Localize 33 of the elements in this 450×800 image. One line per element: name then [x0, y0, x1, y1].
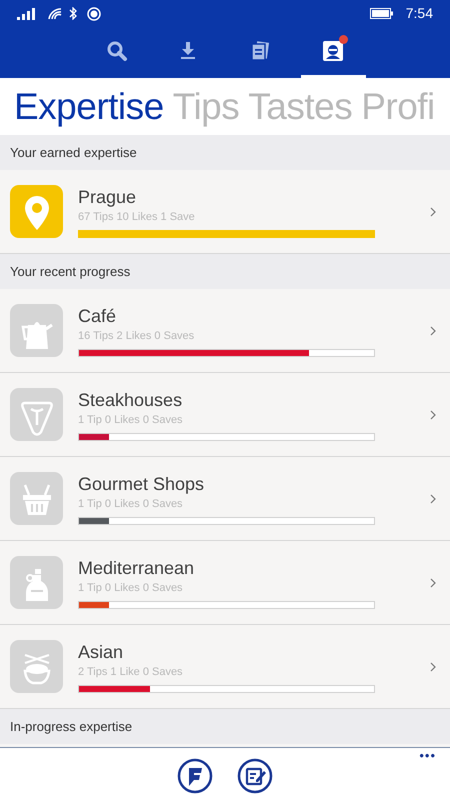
category-name: Café — [78, 304, 118, 326]
search-icon — [106, 40, 128, 62]
more-button[interactable]: ••• — [419, 748, 436, 764]
category-name: Asian — [78, 640, 124, 662]
section-header: Your earned expertise — [10, 144, 137, 160]
chevron-right-icon — [430, 206, 436, 216]
compose-button[interactable] — [237, 758, 273, 794]
category-stats: 16 Tips 2 Likes 0 Saves — [78, 328, 196, 344]
chevron-right-icon — [430, 578, 436, 588]
location-icon — [87, 6, 101, 20]
section-header: Your recent progress — [10, 264, 130, 280]
wifi-icon — [47, 6, 63, 20]
clock-time: 7:54 — [406, 4, 433, 23]
category-name: Gourmet Shops — [78, 472, 206, 494]
section-header: In-progress expertise — [10, 718, 132, 734]
category-name: Prague — [78, 186, 138, 208]
bluetooth-icon — [69, 7, 77, 20]
chevron-right-icon — [430, 662, 436, 672]
category-name: Mediterranean — [78, 556, 196, 578]
category-stats: 1 Tip 0 Likes 0 Saves — [78, 496, 184, 512]
documents-icon — [250, 40, 272, 62]
category-stats: 2 Tips 1 Like 0 Saves — [78, 664, 184, 680]
pivot-header[interactable]: Expertise — [14, 88, 164, 125]
category-name: Steakhouses — [78, 388, 184, 410]
chevron-right-icon — [430, 494, 436, 504]
category-stats: 1 Tip 0 Likes 0 Saves — [78, 412, 184, 428]
check-in-button[interactable] — [177, 758, 213, 794]
category-stats: 67 Tips 10 Likes 1 Save — [78, 210, 196, 224]
chevron-right-icon — [430, 410, 436, 420]
profile-icon — [322, 40, 344, 62]
chevron-right-icon — [430, 326, 436, 336]
category-stats: 1 Tip 0 Likes 0 Saves — [78, 580, 184, 596]
battery-icon — [370, 8, 394, 19]
